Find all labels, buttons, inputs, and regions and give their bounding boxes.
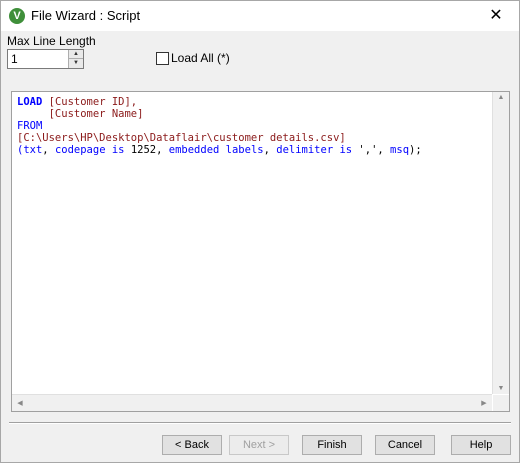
title-bar: V File Wizard : Script ✕ (1, 1, 519, 31)
format-txt: txt (23, 144, 43, 156)
format-codepage-value: 1252, (124, 144, 169, 156)
file-path: [C:\Users\HP\Desktop\Dataflair\customer … (17, 132, 346, 144)
finish-button[interactable]: Finish (302, 435, 362, 455)
close-icon[interactable]: ✕ (473, 1, 519, 31)
keyword-from: FROM (17, 120, 43, 132)
format-comma: , (42, 144, 55, 156)
field-customer-id: [Customer ID], (48, 96, 138, 108)
scroll-up-icon[interactable]: ▲ (493, 94, 509, 101)
back-button[interactable]: < Back (162, 435, 222, 455)
next-button[interactable]: Next > (229, 435, 289, 455)
load-all-label[interactable]: Load All (*) (171, 51, 230, 65)
format-comma: , (263, 144, 277, 156)
format-close: ); (409, 144, 422, 156)
stepper-down-icon[interactable]: ▼ (68, 59, 83, 68)
load-all-checkbox[interactable] (156, 52, 169, 65)
scroll-down-icon[interactable]: ▼ (493, 385, 509, 392)
help-button[interactable]: Help (451, 435, 511, 455)
format-delimiter-value: ',', (352, 144, 391, 156)
horizontal-scrollbar[interactable]: ◀ ▶ (12, 394, 492, 411)
format-embedded-labels: embedded labels (168, 144, 264, 156)
scroll-right-icon[interactable]: ▶ (476, 399, 492, 407)
script-text[interactable]: LOAD [Customer ID], [Customer Name] FROM… (17, 96, 422, 156)
app-logo-icon: V (9, 8, 25, 24)
file-wizard-window: V File Wizard : Script ✕ Max Line Length… (0, 0, 520, 463)
keyword-load: LOAD (17, 96, 43, 108)
scroll-left-icon[interactable]: ◀ (12, 399, 28, 407)
max-line-length-stepper[interactable]: ▲ ▼ (7, 49, 84, 69)
format-delimiter: delimiter is (276, 144, 353, 156)
cancel-button[interactable]: Cancel (375, 435, 435, 455)
vertical-scrollbar[interactable]: ▲ ▼ (492, 92, 509, 394)
format-codepage: codepage is (54, 144, 125, 156)
script-editor[interactable]: LOAD [Customer ID], [Customer Name] FROM… (11, 91, 510, 412)
max-line-length-label: Max Line Length (7, 34, 96, 48)
format-msq: msq (390, 144, 410, 156)
stepper-up-icon[interactable]: ▲ (68, 50, 83, 59)
window-title: File Wizard : Script (31, 8, 141, 23)
footer-separator (9, 422, 511, 424)
scrollbar-corner (493, 395, 509, 411)
max-line-length-input[interactable] (8, 50, 69, 68)
field-customer-name: [Customer Name] (48, 108, 144, 120)
